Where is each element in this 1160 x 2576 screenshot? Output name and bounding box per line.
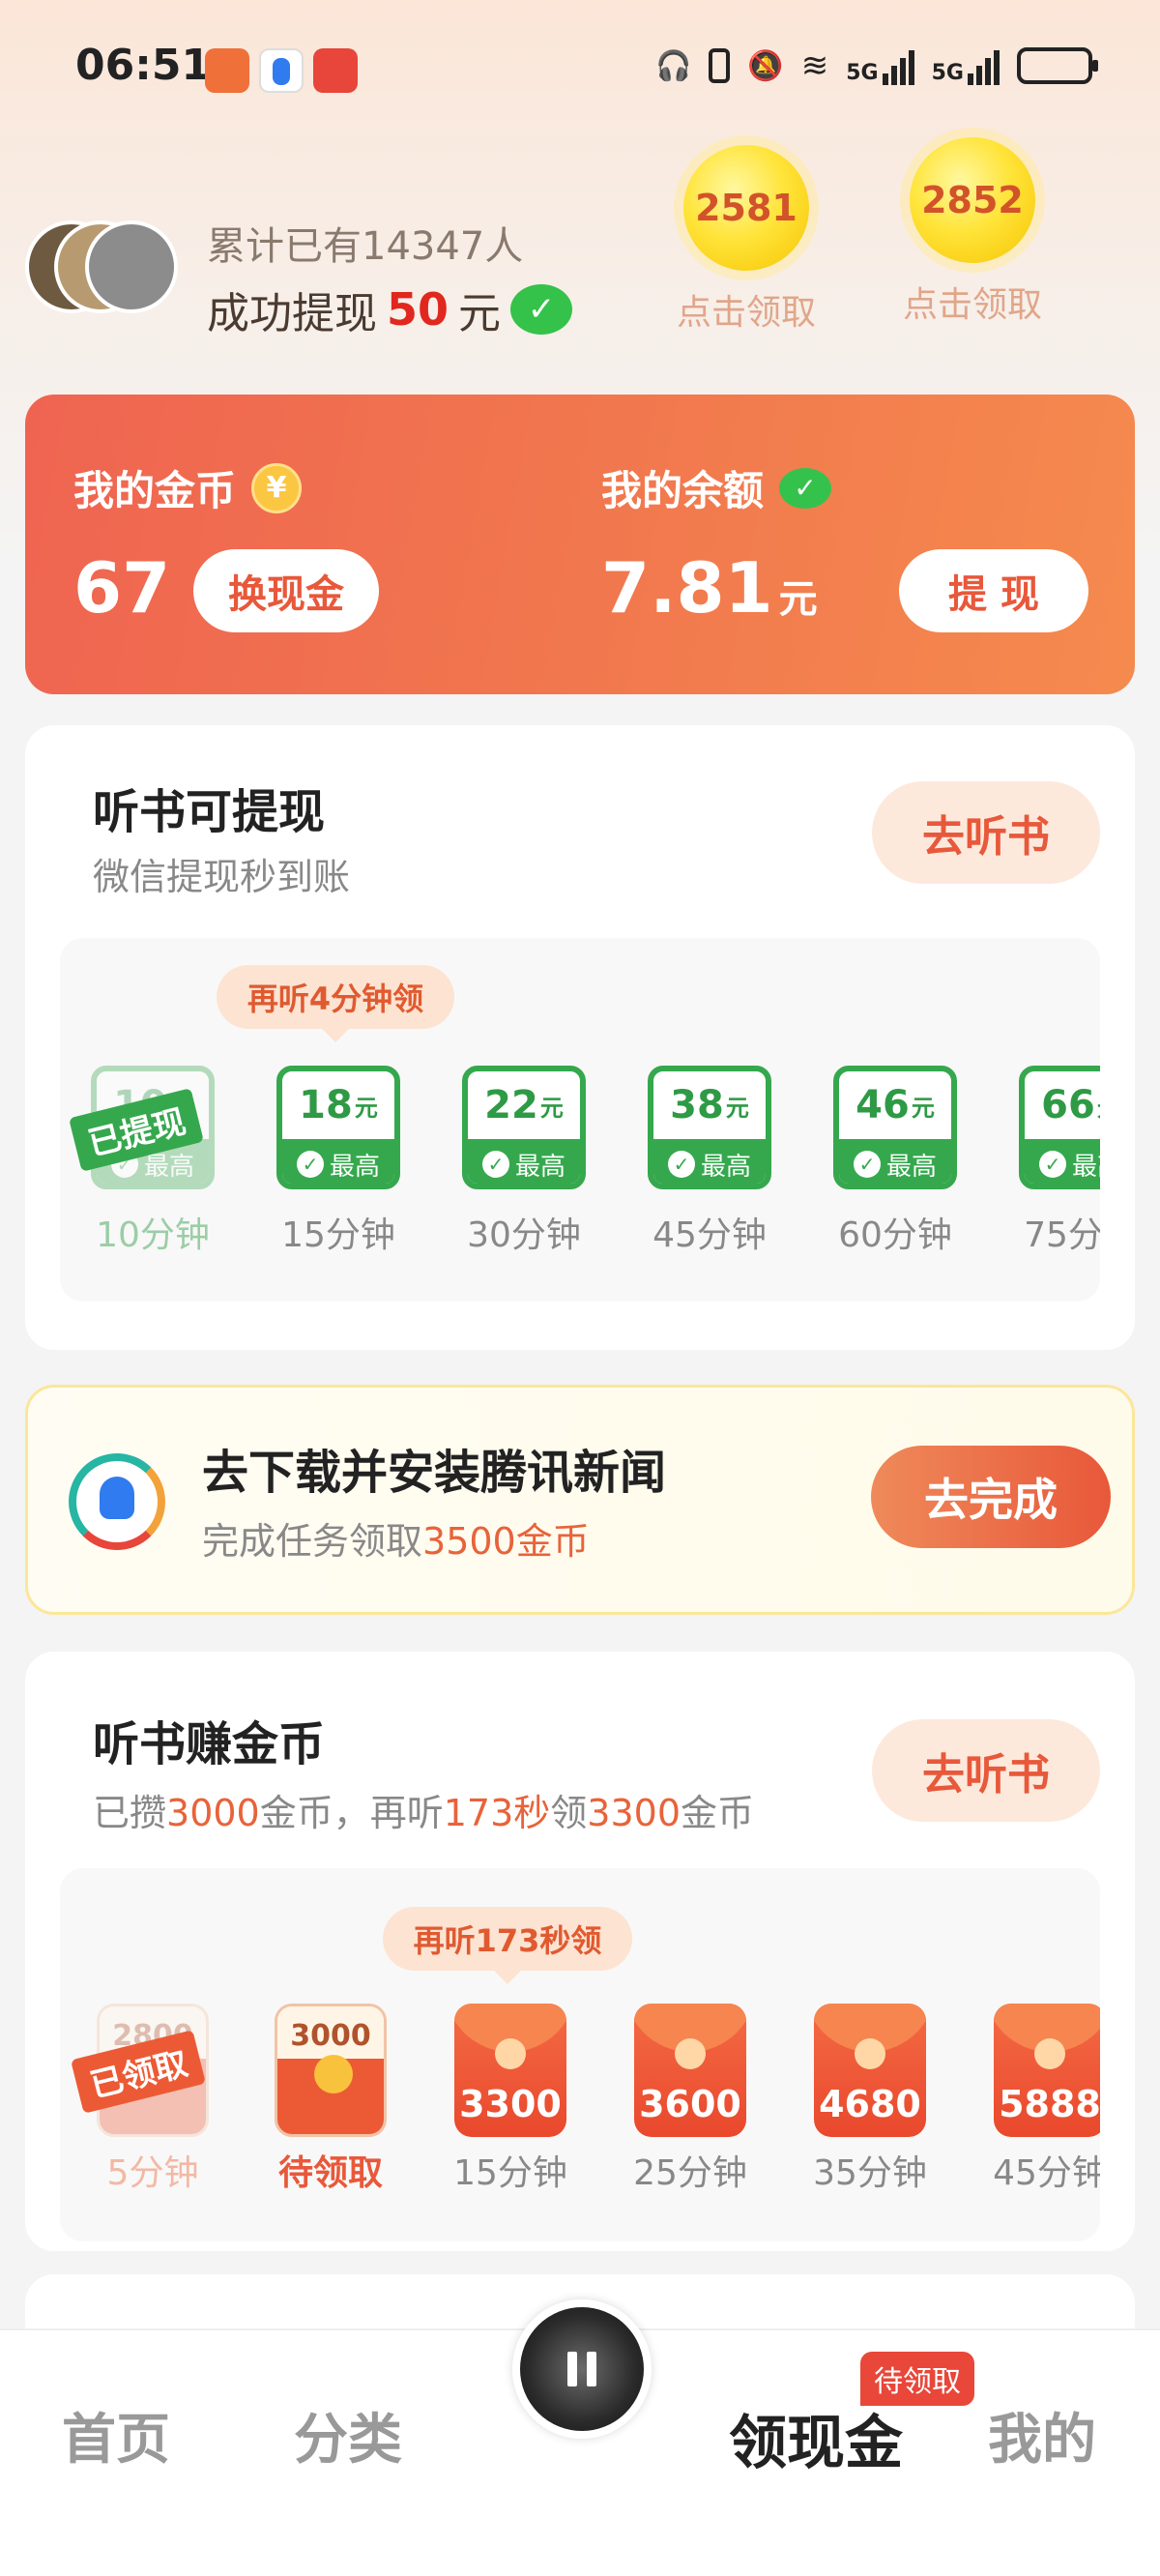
withdraw-ticker: 累计已有14347人 成功提现 50 元 ✓ [207,215,573,340]
check-icon: ✓ [667,1151,695,1178]
pack-label: 待领取 [277,2153,383,2193]
cash-tile: 46 元 ✓ 最高 [833,1066,957,1189]
coin-bubble-1[interactable]: 2581 点击领取 [677,145,816,335]
avatar [85,220,178,313]
vibrate-icon [709,48,731,83]
complete-task-button[interactable]: 去完成 [871,1446,1111,1548]
balance-label: 我的余额 ✓ [601,458,832,517]
app-notification-icon [313,48,358,93]
gold-coin-icon: 2852 [910,137,1035,263]
check-icon: ✓ [853,1151,881,1178]
coins-value: 67 [73,547,171,629]
card-title: 听书赚金币 [93,1717,326,1771]
next-reward-tip: 再听173秒领 [383,1907,632,1984]
user-avatars [25,220,189,317]
nav-category[interactable]: 分类 [294,2396,402,2474]
wifi-icon: ≋ [800,46,829,85]
coin-milestones-panel[interactable]: 再听173秒领 2800 已领取 5分钟 3000 待领取 3300 15分钟 … [60,1868,1100,2241]
status-time: 06:51 [75,41,212,90]
pack-label: 15分钟 [453,2153,567,2193]
card-subtitle: 微信提现秒到账 [93,856,351,898]
red-packet: 3300 [454,2004,566,2137]
balance-value: 7.81 元 [601,547,818,629]
tile-label: 60分钟 [838,1215,952,1255]
red-packet: 4680 [814,2004,926,2137]
tencent-news-logo-icon [69,1453,165,1550]
app-notification-icon [205,48,249,93]
cash-milestones-panel[interactable]: 再听4分钟领 10元 ✓最高 已提现 10分钟 18元 ✓最高 15分钟 22元… [60,938,1100,1302]
system-status-icons: 🎧 🔕 ≋ 5G 5G [655,46,1098,85]
check-icon: ✓ [1038,1151,1066,1178]
nav-mine[interactable]: 我的 [988,2396,1096,2474]
tile-label: 45分钟 [652,1215,767,1255]
tile-label: 15分钟 [281,1215,395,1255]
tile-label: 30分钟 [467,1215,581,1255]
cash-tile: 18 元 ✓ 最高 [276,1066,400,1189]
next-reward-tip: 再听4分钟领 [217,965,454,1042]
signal-icon: 5G [932,46,1000,85]
cash-tile: 38 元 ✓ 最高 [648,1066,771,1189]
exchange-cash-button[interactable]: 换现金 [193,549,379,632]
withdraw-button[interactable]: 提 现 [899,549,1088,632]
tile-label: 10分钟 [96,1215,210,1255]
withdraw-count: 累计已有14347人 [207,224,524,269]
red-packet: 5888 [994,2004,1100,2137]
signal-icon: 5G [846,46,914,85]
pause-icon[interactable] [567,2352,596,2386]
check-icon: ✓ [296,1151,324,1178]
notification-app-icons [205,48,358,93]
cash-tile: 66元 ✓最高 [1019,1066,1100,1189]
card-title: 听书可提现 [93,785,326,839]
card-subtitle: 已攒3000金币，再听173秒领3300金币 [93,1792,755,1834]
wechat-check-icon: ✓ [510,284,573,335]
cash-tile: 22 元 ✓ 最高 [462,1066,586,1189]
red-packet: 3600 [634,2004,746,2137]
headphones-icon: 🎧 [655,48,692,83]
listen-cash-card: 听书可提现 微信提现秒到账 去听书 再听4分钟领 10元 ✓最高 已提现 10分… [25,725,1135,1350]
battery-icon [1017,47,1098,84]
yen-coin-icon: ¥ [251,462,303,513]
coin-bubble-label: 点击领取 [677,293,817,333]
balance-card: 我的金币 ¥ 67 换现金 我的余额 ✓ 7.81 元 提 现 [25,395,1135,694]
pack-label: 25分钟 [633,2153,747,2193]
withdraw-detail: 成功提现 50 元 ✓ [207,278,573,340]
go-listen-button[interactable]: 去听书 [872,1719,1100,1822]
gold-coin-icon: 2581 [683,145,809,271]
status-bar: 06:51 🎧 🔕 ≋ 5G 5G [0,0,1160,145]
coin-bubble-label: 点击领取 [903,285,1043,325]
go-listen-button[interactable]: 去听书 [872,781,1100,884]
nav-home[interactable]: 首页 [62,2396,170,2474]
wechat-check-icon: ✓ [779,467,832,509]
nav-earn-cash[interactable]: 领现金 [729,2396,903,2480]
check-icon: ✓ [481,1151,509,1178]
pack-label: 5分钟 [106,2153,199,2193]
app-notification-icon [259,48,304,93]
task-subtitle: 完成任务领取3500金币 [202,1520,590,1563]
pack-label: 45分钟 [993,2153,1100,2193]
red-packet-pending[interactable]: 3000 [275,2004,387,2137]
coin-icon [314,2055,353,2093]
coin-bubble-2[interactable]: 2852 点击领取 [903,137,1042,327]
pack-label: 35分钟 [813,2153,927,2193]
coins-label: 我的金币 ¥ [73,458,303,517]
download-task-card: 去下载并安装腾讯新闻 完成任务领取3500金币 去完成 [25,1385,1135,1615]
pending-badge: 待领取 [860,2352,974,2406]
mute-bell-icon: 🔕 [747,48,784,83]
audio-player-disc[interactable] [512,2299,652,2439]
withdraw-amount: 50 [387,283,450,336]
task-title: 去下载并安装腾讯新闻 [202,1446,667,1500]
listen-coins-card: 听书赚金币 已攒3000金币，再听173秒领3300金币 去听书 再听173秒领… [25,1652,1135,2251]
tile-label: 75分钟 [1024,1215,1100,1255]
